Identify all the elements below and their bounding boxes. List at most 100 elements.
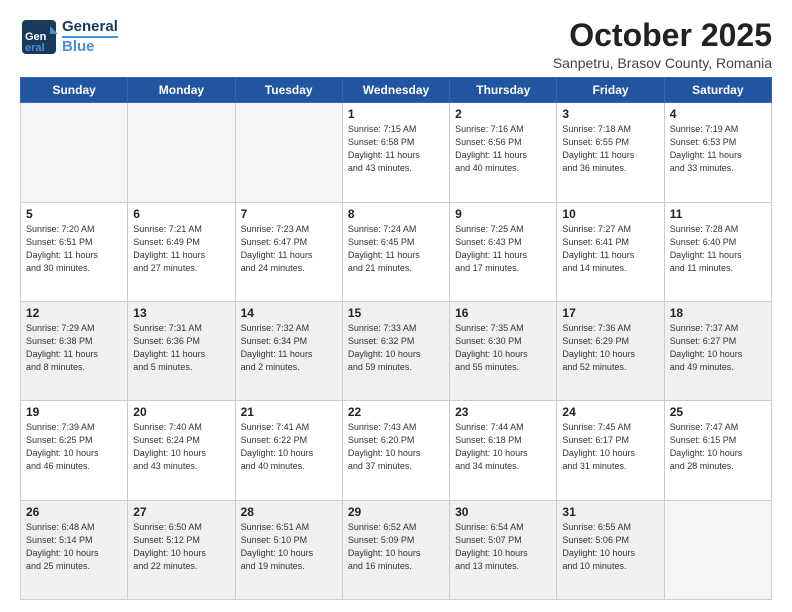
table-row: 26 Sunrise: 6:48 AMSunset: 5:14 PMDayligh… <box>21 500 128 599</box>
day-info: Sunrise: 7:31 AMSunset: 6:36 PMDaylight:… <box>133 322 229 374</box>
table-row: 20 Sunrise: 7:40 AMSunset: 6:24 PMDayligh… <box>128 401 235 500</box>
day-number: 29 <box>348 505 444 519</box>
day-info: Sunrise: 7:36 AMSunset: 6:29 PMDaylight:… <box>562 322 658 374</box>
table-row: 23Sunrise: 7:44 AMSunset: 6:18 PMDayligh… <box>450 401 557 500</box>
day-info: Sunrise: 7:29 AMSunset: 6:38 PMDaylight:… <box>26 322 122 374</box>
day-info: Sunrise: 6:48 AMSunset: 5:14 PMDaylight:… <box>26 521 122 573</box>
table-row: 30Sunrise: 6:54 AMSunset: 5:07 PMDayligh… <box>450 500 557 599</box>
header-tuesday: Tuesday <box>235 78 342 103</box>
day-number: 8 <box>348 207 444 221</box>
day-number: 20 <box>133 405 229 419</box>
day-number: 19 <box>26 405 122 419</box>
table-row: 12 Sunrise: 7:29 AMSunset: 6:38 PMDayligh… <box>21 301 128 400</box>
day-number: 30 <box>455 505 551 519</box>
table-row: 3Sunrise: 7:18 AMSunset: 6:55 PMDaylight… <box>557 103 664 202</box>
table-row: 13 Sunrise: 7:31 AMSunset: 6:36 PMDayligh… <box>128 301 235 400</box>
logo-blue: Blue <box>62 36 118 56</box>
table-row: 15 Sunrise: 7:33 AMSunset: 6:32 PMDayligh… <box>342 301 449 400</box>
table-row <box>235 103 342 202</box>
day-number: 21 <box>241 405 337 419</box>
header-friday: Friday <box>557 78 664 103</box>
day-number: 27 <box>133 505 229 519</box>
table-row: 6Sunrise: 7:21 AMSunset: 6:49 PMDaylight… <box>128 202 235 301</box>
day-info: Sunrise: 7:20 AMSunset: 6:51 PMDaylight:… <box>26 223 122 275</box>
day-info: Sunrise: 7:28 AMSunset: 6:40 PMDaylight:… <box>670 223 766 275</box>
day-number: 31 <box>562 505 658 519</box>
day-info: Sunrise: 7:16 AMSunset: 6:56 PMDaylight:… <box>455 123 551 175</box>
table-row: 31 Sunrise: 6:55 AMSunset: 5:06 PMDayligh… <box>557 500 664 599</box>
day-number: 10 <box>562 207 658 221</box>
day-info: Sunrise: 7:25 AMSunset: 6:43 PMDaylight:… <box>455 223 551 275</box>
table-row: 27 Sunrise: 6:50 AMSunset: 5:12 PMDayligh… <box>128 500 235 599</box>
calendar-week-row: 19 Sunrise: 7:39 AMSunset: 6:25 PMDayligh… <box>21 401 772 500</box>
day-info: Sunrise: 7:23 AMSunset: 6:47 PMDaylight:… <box>241 223 337 275</box>
table-row: 1 Sunrise: 7:15 AMSunset: 6:58 PMDaylight… <box>342 103 449 202</box>
day-number: 17 <box>562 306 658 320</box>
location-subtitle: Sanpetru, Brasov County, Romania <box>553 55 772 71</box>
day-info: Sunrise: 7:47 AMSunset: 6:15 PMDaylight:… <box>670 421 766 473</box>
day-info: Sunrise: 6:50 AMSunset: 5:12 PMDaylight:… <box>133 521 229 573</box>
day-number: 13 <box>133 306 229 320</box>
day-number: 16 <box>455 306 551 320</box>
day-number: 12 <box>26 306 122 320</box>
header: Gen eral General Blue October 2025 Sanpe… <box>20 18 772 71</box>
day-info: Sunrise: 7:33 AMSunset: 6:32 PMDaylight:… <box>348 322 444 374</box>
table-row <box>21 103 128 202</box>
day-info: Sunrise: 7:15 AMSunset: 6:58 PMDaylight:… <box>348 123 444 175</box>
calendar-table: Sunday Monday Tuesday Wednesday Thursday… <box>20 77 772 600</box>
table-row: 2 Sunrise: 7:16 AMSunset: 6:56 PMDaylight… <box>450 103 557 202</box>
table-row: 16 Sunrise: 7:35 AMSunset: 6:30 PMDayligh… <box>450 301 557 400</box>
table-row: 28Sunrise: 6:51 AMSunset: 5:10 PMDayligh… <box>235 500 342 599</box>
day-info: Sunrise: 7:37 AMSunset: 6:27 PMDaylight:… <box>670 322 766 374</box>
table-row: 21 Sunrise: 7:41 AMSunset: 6:22 PMDayligh… <box>235 401 342 500</box>
day-info: Sunrise: 7:45 AMSunset: 6:17 PMDaylight:… <box>562 421 658 473</box>
day-info: Sunrise: 7:44 AMSunset: 6:18 PMDaylight:… <box>455 421 551 473</box>
day-number: 24 <box>562 405 658 419</box>
day-info: Sunrise: 7:18 AMSunset: 6:55 PMDaylight:… <box>562 123 658 175</box>
day-number: 22 <box>348 405 444 419</box>
calendar-week-row: 12 Sunrise: 7:29 AMSunset: 6:38 PMDayligh… <box>21 301 772 400</box>
logo-general: General <box>62 19 118 36</box>
table-row <box>664 500 771 599</box>
day-number: 5 <box>26 207 122 221</box>
calendar-week-row: 1 Sunrise: 7:15 AMSunset: 6:58 PMDaylight… <box>21 103 772 202</box>
page: Gen eral General Blue October 2025 Sanpe… <box>0 0 792 612</box>
day-number: 4 <box>670 107 766 121</box>
table-row: 29 Sunrise: 6:52 AMSunset: 5:09 PMDayligh… <box>342 500 449 599</box>
header-wednesday: Wednesday <box>342 78 449 103</box>
day-info: Sunrise: 6:55 AMSunset: 5:06 PMDaylight:… <box>562 521 658 573</box>
table-row: 18Sunrise: 7:37 AMSunset: 6:27 PMDayligh… <box>664 301 771 400</box>
day-info: Sunrise: 7:24 AMSunset: 6:45 PMDaylight:… <box>348 223 444 275</box>
day-info: Sunrise: 7:41 AMSunset: 6:22 PMDaylight:… <box>241 421 337 473</box>
day-number: 11 <box>670 207 766 221</box>
day-number: 14 <box>241 306 337 320</box>
day-info: Sunrise: 7:32 AMSunset: 6:34 PMDaylight:… <box>241 322 337 374</box>
table-row: 22 Sunrise: 7:43 AMSunset: 6:20 PMDayligh… <box>342 401 449 500</box>
day-number: 6 <box>133 207 229 221</box>
day-number: 2 <box>455 107 551 121</box>
header-thursday: Thursday <box>450 78 557 103</box>
table-row: 17 Sunrise: 7:36 AMSunset: 6:29 PMDayligh… <box>557 301 664 400</box>
logo-icon: Gen eral <box>20 18 58 56</box>
day-info: Sunrise: 7:35 AMSunset: 6:30 PMDaylight:… <box>455 322 551 374</box>
header-saturday: Saturday <box>664 78 771 103</box>
table-row: 25 Sunrise: 7:47 AMSunset: 6:15 PMDayligh… <box>664 401 771 500</box>
header-monday: Monday <box>128 78 235 103</box>
day-info: Sunrise: 7:40 AMSunset: 6:24 PMDaylight:… <box>133 421 229 473</box>
day-number: 1 <box>348 107 444 121</box>
calendar-week-row: 26 Sunrise: 6:48 AMSunset: 5:14 PMDayligh… <box>21 500 772 599</box>
table-row: 19 Sunrise: 7:39 AMSunset: 6:25 PMDayligh… <box>21 401 128 500</box>
table-row: 9Sunrise: 7:25 AMSunset: 6:43 PMDaylight… <box>450 202 557 301</box>
table-row: 14 Sunrise: 7:32 AMSunset: 6:34 PMDayligh… <box>235 301 342 400</box>
day-number: 15 <box>348 306 444 320</box>
day-info: Sunrise: 7:39 AMSunset: 6:25 PMDaylight:… <box>26 421 122 473</box>
table-row: 4Sunrise: 7:19 AMSunset: 6:53 PMDaylight… <box>664 103 771 202</box>
day-number: 26 <box>26 505 122 519</box>
table-row: 24 Sunrise: 7:45 AMSunset: 6:17 PMDayligh… <box>557 401 664 500</box>
day-info: Sunrise: 6:52 AMSunset: 5:09 PMDaylight:… <box>348 521 444 573</box>
table-row: 5 Sunrise: 7:20 AMSunset: 6:51 PMDaylight… <box>21 202 128 301</box>
day-info: Sunrise: 7:43 AMSunset: 6:20 PMDaylight:… <box>348 421 444 473</box>
calendar-week-row: 5 Sunrise: 7:20 AMSunset: 6:51 PMDaylight… <box>21 202 772 301</box>
day-number: 25 <box>670 405 766 419</box>
day-number: 7 <box>241 207 337 221</box>
